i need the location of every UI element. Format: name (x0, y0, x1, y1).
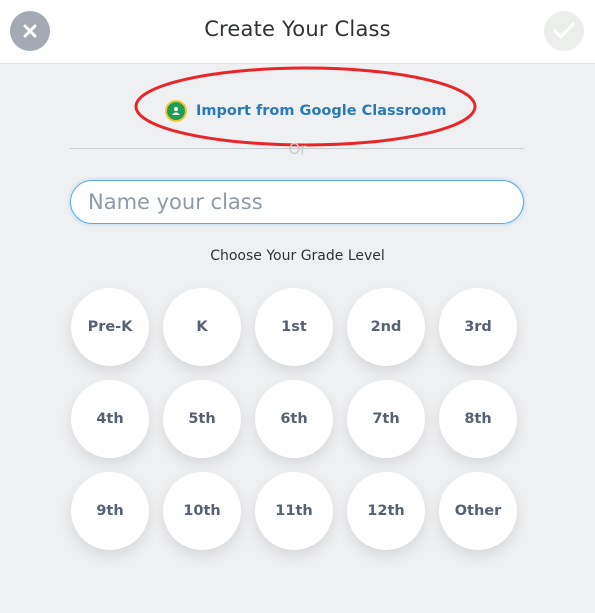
grade-option-8th[interactable]: 8th (439, 380, 517, 458)
grade-option-3rd[interactable]: 3rd (439, 288, 517, 366)
google-classroom-icon (165, 100, 187, 122)
grade-option-7th[interactable]: 7th (347, 380, 425, 458)
checkmark-icon (553, 22, 575, 39)
grade-level-grid: Pre-K K 1st 2nd 3rd 4th 5th 6th 7th 8th … (71, 288, 531, 550)
done-button[interactable] (544, 11, 584, 51)
grade-option-4th[interactable]: 4th (71, 380, 149, 458)
grade-option-1st[interactable]: 1st (255, 288, 333, 366)
grade-option-k[interactable]: K (163, 288, 241, 366)
grade-option-6th[interactable]: 6th (255, 380, 333, 458)
grade-option-9th[interactable]: 9th (71, 472, 149, 550)
or-separator: Or (288, 140, 307, 158)
grade-option-11th[interactable]: 11th (255, 472, 333, 550)
grade-option-10th[interactable]: 10th (163, 472, 241, 550)
grade-option-5th[interactable]: 5th (163, 380, 241, 458)
grade-option-other[interactable]: Other (439, 472, 517, 550)
import-google-classroom-button[interactable]: Import from Google Classroom (165, 100, 446, 122)
grade-level-heading: Choose Your Grade Level (210, 248, 385, 264)
import-label: Import from Google Classroom (196, 103, 447, 119)
grade-option-2nd[interactable]: 2nd (347, 288, 425, 366)
grade-option-pre-k[interactable]: Pre-K (71, 288, 149, 366)
header-bar: Create Your Class (0, 0, 595, 64)
page-title: Create Your Class (204, 17, 391, 41)
grade-option-12th[interactable]: 12th (347, 472, 425, 550)
class-name-input[interactable] (70, 180, 524, 224)
